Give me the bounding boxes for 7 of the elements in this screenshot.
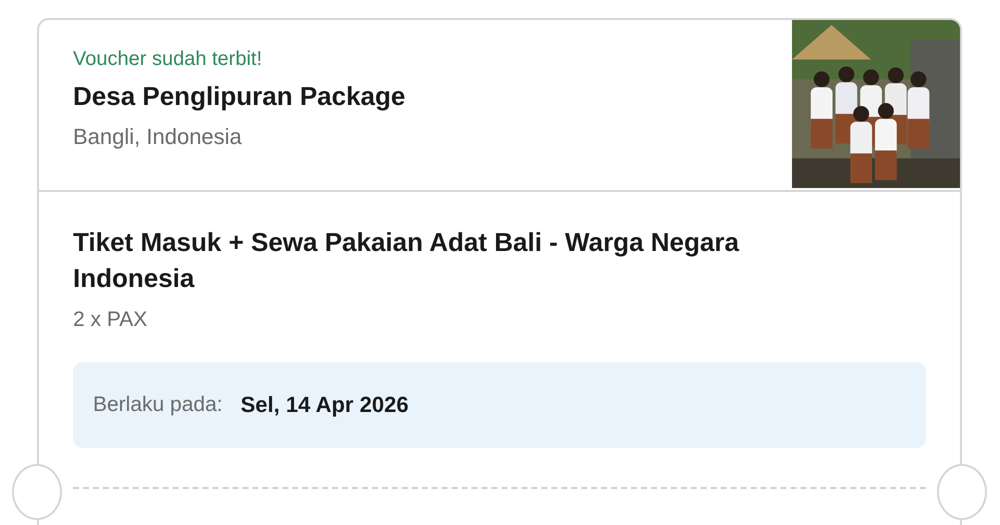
- location-text: Bangli, Indonesia: [73, 124, 243, 150]
- quantity-text: 2 x PAX: [73, 308, 148, 332]
- package-title: Desa Penglipuran Package: [73, 81, 406, 112]
- validity-date: Sel, 14 Apr 2026: [240, 392, 409, 418]
- ticket-name: Tiket Masuk + Sewa Pakaian Adat Bali - Warga Negara Indonesia: [73, 226, 740, 295]
- voucher-status: Voucher sudah terbit!: [73, 48, 264, 71]
- validity-label: Berlaku pada:: [93, 393, 223, 417]
